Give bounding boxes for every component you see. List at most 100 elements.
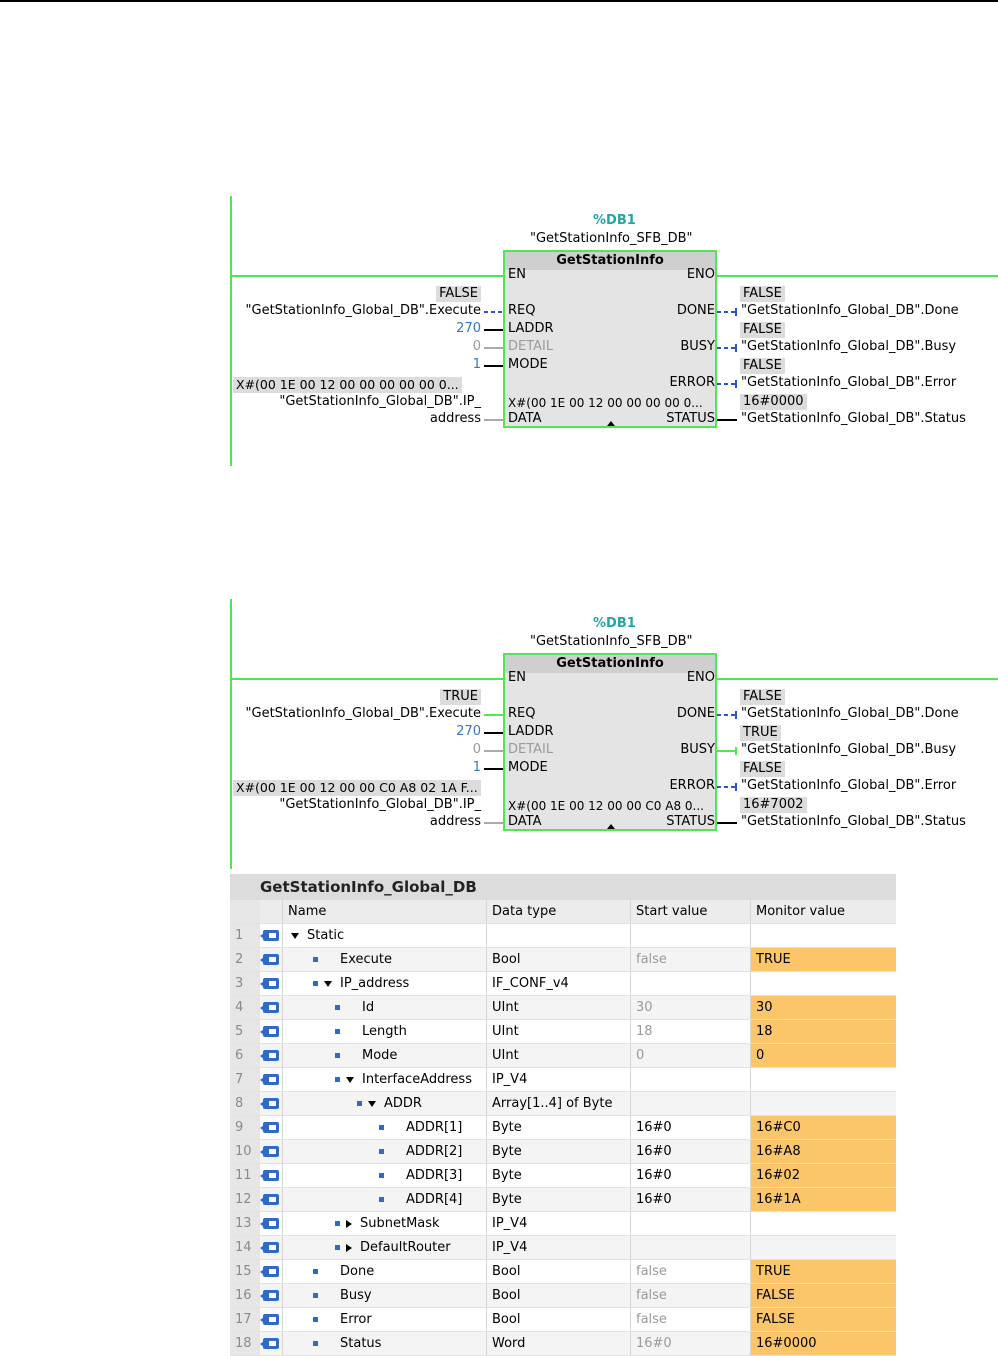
row-name-cell[interactable]: SubnetMask — [282, 1212, 486, 1235]
row-data-type[interactable]: IF_CONF_v4 — [486, 972, 630, 995]
row-name-cell[interactable]: ADDR[3] — [282, 1164, 486, 1187]
table-row[interactable]: 17 Error Bool false FALSE — [230, 1308, 896, 1332]
expand-down-icon[interactable] — [291, 932, 299, 939]
table-row[interactable]: 6 Mode UInt 0 0 — [230, 1044, 896, 1068]
row-start-value[interactable]: false — [630, 1260, 750, 1283]
table-row[interactable]: 3 IP_address IF_CONF_v4 — [230, 972, 896, 996]
table-row[interactable]: 11 ADDR[3] Byte 16#0 16#02 — [230, 1164, 896, 1188]
row-start-value[interactable]: false — [630, 1308, 750, 1331]
row-number: 4 — [230, 996, 260, 1019]
collapse-arrow-icon[interactable] — [607, 421, 615, 426]
row-data-type[interactable] — [486, 924, 630, 947]
collapse-arrow-icon[interactable] — [607, 824, 615, 829]
row-icon-cell — [260, 1044, 282, 1067]
row-start-value[interactable] — [630, 1236, 750, 1259]
table-row[interactable]: 13 SubnetMask IP_V4 — [230, 1212, 896, 1236]
table-row[interactable]: 14 DefaultRouter IP_V4 — [230, 1236, 896, 1260]
row-name-cell[interactable]: Static — [282, 924, 486, 947]
row-name-cell[interactable]: ADDR — [282, 1092, 486, 1115]
row-data-type[interactable]: Bool — [486, 1260, 630, 1283]
row-start-value[interactable]: false — [630, 948, 750, 971]
row-start-value[interactable]: 16#0 — [630, 1140, 750, 1163]
row-name-cell[interactable]: Length — [282, 1020, 486, 1043]
row-start-value[interactable] — [630, 1212, 750, 1235]
interface-icon — [260, 1098, 279, 1109]
row-start-value[interactable]: 16#0 — [630, 1332, 750, 1355]
row-data-type[interactable]: Bool — [486, 1284, 630, 1307]
expand-right-icon[interactable] — [346, 1243, 352, 1252]
bullet-icon — [313, 1269, 318, 1274]
bullet-icon — [379, 1173, 384, 1178]
col-header-start[interactable]: Start value — [630, 900, 750, 923]
row-start-value[interactable] — [630, 972, 750, 995]
row-data-type[interactable]: UInt — [486, 996, 630, 1019]
table-row[interactable]: 8 ADDR Array[1..4] of Byte — [230, 1092, 896, 1116]
table-row[interactable]: 1 Static — [230, 924, 896, 948]
row-start-value[interactable] — [630, 1068, 750, 1091]
row-start-value[interactable]: 16#0 — [630, 1116, 750, 1139]
table-row[interactable]: 16 Busy Bool false FALSE — [230, 1284, 896, 1308]
row-name-cell[interactable]: Error — [282, 1308, 486, 1331]
col-header-monitor[interactable]: Monitor value — [750, 900, 896, 923]
row-start-value[interactable]: 30 — [630, 996, 750, 1019]
row-name-cell[interactable]: ADDR[4] — [282, 1188, 486, 1211]
table-row[interactable]: 15 Done Bool false TRUE — [230, 1260, 896, 1284]
row-name-cell[interactable]: ADDR[1] — [282, 1116, 486, 1139]
row-start-value[interactable] — [630, 1092, 750, 1115]
busy-tag: "GetStationInfo_Global_DB".Busy — [741, 742, 957, 757]
row-name-cell[interactable]: ADDR[2] — [282, 1140, 486, 1163]
expand-down-icon[interactable] — [346, 1076, 354, 1083]
row-data-type[interactable]: IP_V4 — [486, 1212, 630, 1235]
req-wire — [484, 311, 503, 313]
row-data-type[interactable]: Bool — [486, 948, 630, 971]
row-name-cell[interactable]: Execute — [282, 948, 486, 971]
row-name-cell[interactable]: Status — [282, 1332, 486, 1355]
row-name-cell[interactable]: IP_address — [282, 972, 486, 995]
row-name-cell[interactable]: Id — [282, 996, 486, 1019]
row-start-value[interactable]: 18 — [630, 1020, 750, 1043]
row-start-value[interactable]: 16#0 — [630, 1188, 750, 1211]
row-data-type[interactable]: Bool — [486, 1308, 630, 1331]
row-name-cell[interactable]: Mode — [282, 1044, 486, 1067]
row-start-value[interactable]: 0 — [630, 1044, 750, 1067]
col-header-type[interactable]: Data type — [486, 900, 630, 923]
expand-right-icon[interactable] — [346, 1219, 352, 1228]
req-tag: "GetStationInfo_Global_DB".Execute — [245, 706, 481, 721]
status-wire — [717, 822, 737, 824]
row-start-value[interactable]: false — [630, 1284, 750, 1307]
expand-down-icon[interactable] — [324, 980, 332, 987]
error-tag: "GetStationInfo_Global_DB".Error — [741, 375, 957, 390]
row-start-value[interactable]: 16#0 — [630, 1164, 750, 1187]
row-start-value[interactable] — [630, 924, 750, 947]
table-row[interactable]: 10 ADDR[2] Byte 16#0 16#A8 — [230, 1140, 896, 1164]
row-data-type[interactable]: UInt — [486, 1044, 630, 1067]
table-row[interactable]: 12 ADDR[4] Byte 16#0 16#1A — [230, 1188, 896, 1212]
row-name-cell[interactable]: Done — [282, 1260, 486, 1283]
bullet-icon — [335, 1077, 340, 1082]
table-row[interactable]: 4 Id UInt 30 30 — [230, 996, 896, 1020]
row-data-type[interactable]: Byte — [486, 1164, 630, 1187]
row-data-type[interactable]: Byte — [486, 1188, 630, 1211]
page-top-rule — [0, 0, 998, 2]
table-row[interactable]: 7 InterfaceAddress IP_V4 — [230, 1068, 896, 1092]
row-data-type[interactable]: UInt — [486, 1020, 630, 1043]
table-row[interactable]: 5 Length UInt 18 18 — [230, 1020, 896, 1044]
expand-down-icon[interactable] — [368, 1100, 376, 1107]
row-name-cell[interactable]: InterfaceAddress — [282, 1068, 486, 1091]
row-name-cell[interactable]: Busy — [282, 1284, 486, 1307]
row-data-type[interactable]: Byte — [486, 1116, 630, 1139]
pin-laddr: LADDR — [508, 321, 554, 336]
row-data-type[interactable]: IP_V4 — [486, 1068, 630, 1091]
row-data-type[interactable]: Byte — [486, 1140, 630, 1163]
table-row[interactable]: 18 Status Word 16#0 16#0000 — [230, 1332, 896, 1356]
row-data-type[interactable]: Word — [486, 1332, 630, 1355]
interface-icon — [260, 1242, 279, 1253]
table-row[interactable]: 9 ADDR[1] Byte 16#0 16#C0 — [230, 1116, 896, 1140]
row-data-type[interactable]: IP_V4 — [486, 1236, 630, 1259]
row-name-cell[interactable]: DefaultRouter — [282, 1236, 486, 1259]
row-number: 17 — [230, 1308, 260, 1331]
table-row[interactable]: 2 Execute Bool false TRUE — [230, 948, 896, 972]
row-monitor-value: 30 — [750, 996, 896, 1019]
col-header-name[interactable]: Name — [282, 900, 486, 923]
row-data-type[interactable]: Array[1..4] of Byte — [486, 1092, 630, 1115]
